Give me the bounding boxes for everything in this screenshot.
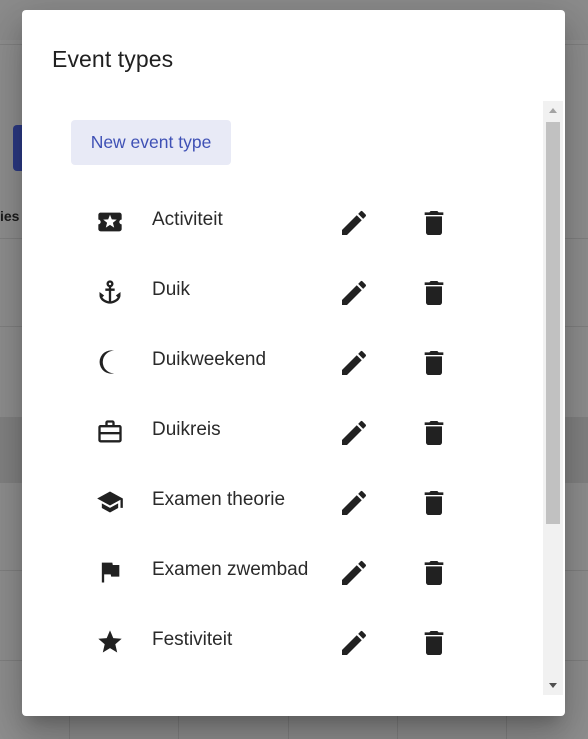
background-divider [506, 716, 507, 739]
event-type-row: Duikweekend [22, 326, 542, 396]
edit-icon[interactable] [338, 557, 370, 589]
delete-icon[interactable] [418, 557, 450, 589]
delete-icon[interactable] [418, 207, 450, 239]
scrollbar-thumb[interactable] [546, 122, 560, 524]
edit-icon[interactable] [338, 627, 370, 659]
event-type-row: Activiteit [22, 186, 542, 256]
background-divider [288, 716, 289, 739]
event-type-label: Festiviteit [152, 629, 233, 650]
flag-icon [96, 558, 124, 586]
delete-icon[interactable] [418, 417, 450, 449]
event-type-label: Examen theorie [152, 489, 286, 510]
delete-icon[interactable] [418, 347, 450, 379]
event-type-label: Activiteit [152, 209, 223, 230]
scroll-down-arrow-icon[interactable] [543, 677, 563, 695]
edit-icon[interactable] [338, 347, 370, 379]
event-type-row: Duikreis [22, 396, 542, 466]
event-type-label: Duik [152, 279, 191, 300]
edit-icon[interactable] [338, 207, 370, 239]
delete-icon[interactable] [418, 487, 450, 519]
event-type-label: Duikreis [152, 419, 221, 440]
moon-icon [96, 348, 124, 376]
star-icon [96, 628, 124, 656]
scrollbar[interactable] [543, 101, 563, 695]
edit-icon[interactable] [338, 277, 370, 309]
event-type-row: Duik [22, 256, 542, 326]
dialog-content: New event type Activiteit Duik Duikweeke… [22, 105, 565, 695]
delete-icon[interactable] [418, 627, 450, 659]
scroll-up-arrow-icon[interactable] [543, 101, 563, 119]
graduation-cap-icon [96, 488, 124, 516]
event-types-dialog: Event types New event type Activiteit Du… [22, 10, 565, 716]
background-divider [178, 716, 179, 739]
luggage-icon [96, 418, 124, 446]
event-type-row: Examen zwembad [22, 536, 542, 606]
new-event-type-button[interactable]: New event type [71, 120, 231, 165]
event-type-row: Festiviteit [22, 606, 542, 676]
dialog-title: Event types [52, 46, 174, 72]
event-type-label: Examen zwembad [152, 559, 309, 580]
background-text: ies [0, 208, 20, 224]
edit-icon[interactable] [338, 487, 370, 519]
edit-icon[interactable] [338, 417, 370, 449]
background-divider [69, 716, 70, 739]
local-activity-icon [96, 208, 124, 236]
event-type-label: Duikweekend [152, 349, 267, 370]
delete-icon[interactable] [418, 277, 450, 309]
event-type-row: Examen theorie [22, 466, 542, 536]
background-divider [397, 716, 398, 739]
anchor-icon [96, 278, 124, 306]
